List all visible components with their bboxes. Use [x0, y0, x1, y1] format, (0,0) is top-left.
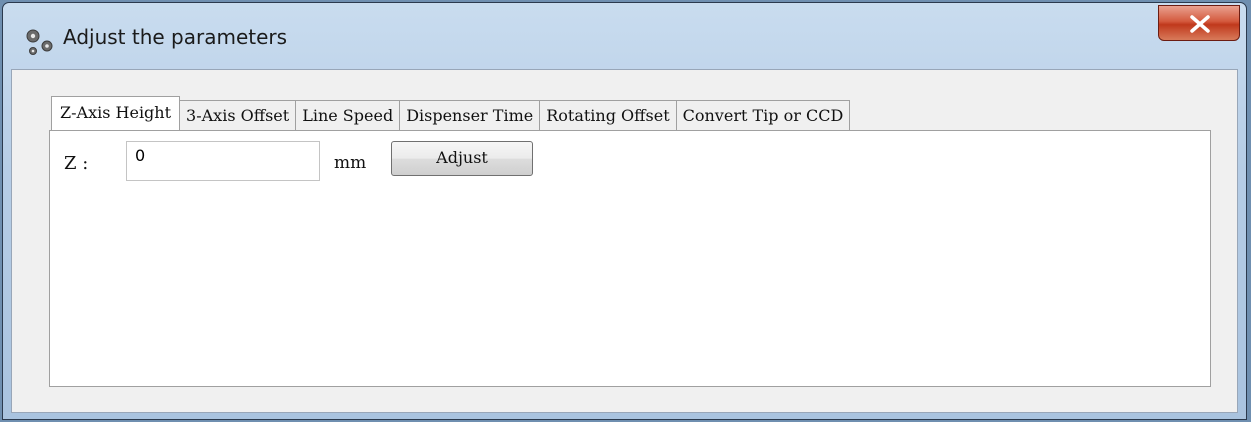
z-label: Z :: [64, 153, 89, 174]
unit-label: mm: [334, 153, 367, 173]
tab-strip: Z-Axis Height 3-Axis Offset Line Speed D…: [51, 96, 851, 130]
gears-icon: [23, 26, 59, 62]
tab-rotating-offset[interactable]: Rotating Offset: [539, 100, 677, 130]
tab-3-axis-offset[interactable]: 3-Axis Offset: [179, 100, 297, 130]
tab-line-speed[interactable]: Line Speed: [295, 100, 401, 130]
dialog-window: Adjust the parameters Z-Axis Height 3-Ax…: [2, 2, 1247, 420]
title-bar[interactable]: Adjust the parameters: [3, 3, 1246, 69]
close-button[interactable]: [1158, 5, 1240, 41]
close-icon: [1190, 15, 1210, 33]
z-value-input[interactable]: [126, 141, 320, 181]
tab-z-axis-height[interactable]: Z-Axis Height: [51, 96, 181, 130]
z-axis-height-panel: Z : mm Adjust: [49, 130, 1211, 387]
adjust-button[interactable]: Adjust: [391, 141, 533, 176]
tab-dispenser-time[interactable]: Dispenser Time: [399, 100, 541, 130]
window-title: Adjust the parameters: [63, 25, 288, 49]
dialog-body: Z-Axis Height 3-Axis Offset Line Speed D…: [11, 69, 1238, 413]
tab-convert-tip-or-ccd[interactable]: Convert Tip or CCD: [675, 100, 851, 130]
